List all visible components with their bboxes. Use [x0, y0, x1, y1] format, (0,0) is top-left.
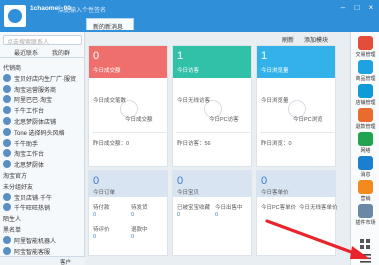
annotation-arrow — [265, 219, 370, 259]
